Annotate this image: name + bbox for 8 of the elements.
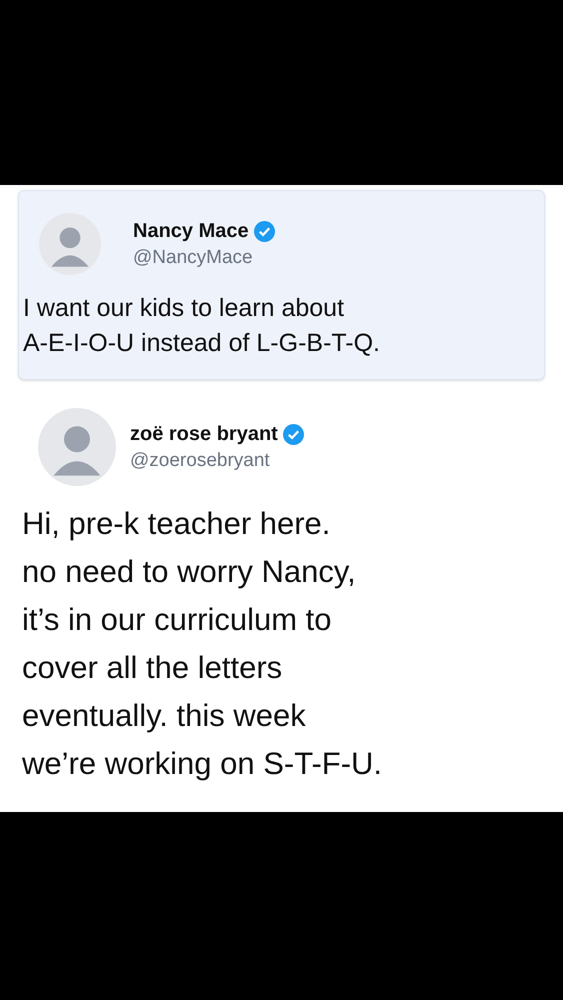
avatar-icon <box>38 408 116 486</box>
user-name: zoë rose bryant <box>130 422 278 447</box>
user-handle: @NancyMace <box>133 246 254 270</box>
user-name: Nancy Mace <box>133 218 249 244</box>
tweet-text: Hi, pre-k teacher here. no need to worry Nancy, it’s in our curriculum to cover all the letters eventually. this week we’re working on S-T-F-U. <box>22 505 384 783</box>
user-handle: @zoerosebryant <box>130 448 271 472</box>
avatar-icon <box>39 213 101 275</box>
tweet-text: I want our kids to learn about A-E-I-O-U instead of L-G-B-T-Q. <box>23 293 382 359</box>
